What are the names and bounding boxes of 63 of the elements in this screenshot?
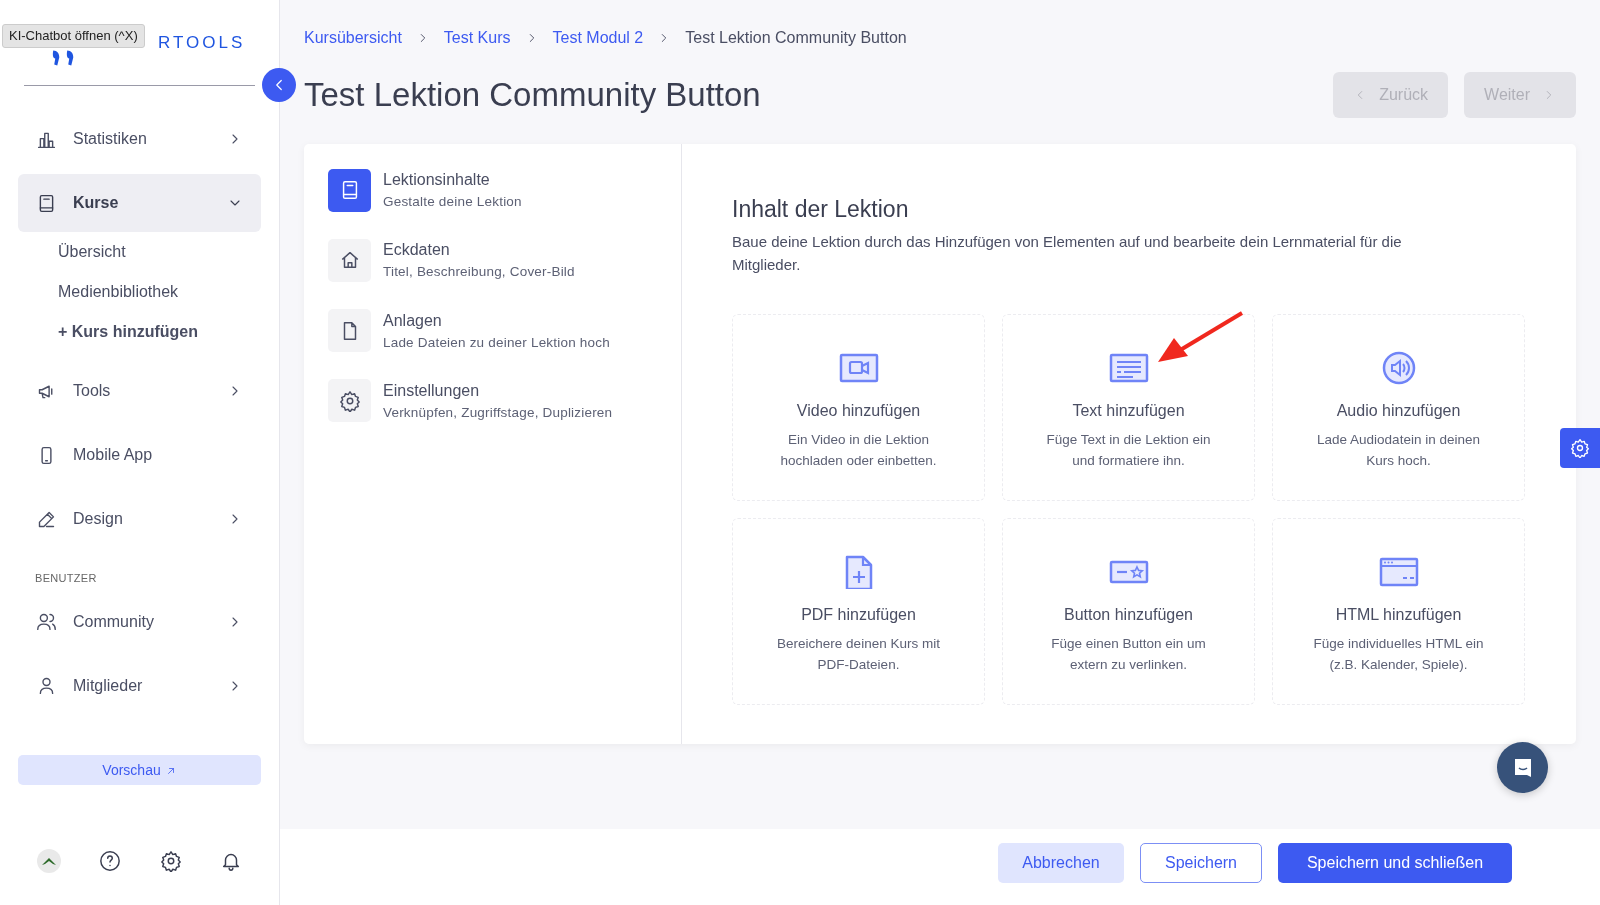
step-subtitle: Lade Dateien zu deiner Lektion hoch xyxy=(383,333,610,352)
breadcrumb-link[interactable]: Test Kurs xyxy=(443,26,511,50)
element-title: Video hinzufügen xyxy=(796,400,921,421)
sidebar-item[interactable]: Design xyxy=(18,490,261,548)
step-button[interactable] xyxy=(328,309,371,353)
submenu-item[interactable]: Übersicht xyxy=(18,232,261,272)
element-card[interactable]: Button hinzufügen Füge einen Button ein um extern zu verlinken. xyxy=(1002,517,1255,705)
element-description: Bereichere deinen Kurs mit PDF-Dateien. xyxy=(776,634,941,674)
element-title: HTML hinzufügen xyxy=(1335,604,1462,625)
step-button[interactable] xyxy=(328,379,371,423)
element-card[interactable]: HTML hinzufügen Füge individuelles HTML ein (z.B. Kalender, Spiele). xyxy=(1272,517,1525,705)
step-title[interactable]: Anlagen xyxy=(383,308,610,333)
element-description: Lade Audiodatein in deinen Kurs hoch. xyxy=(1316,430,1481,470)
step-subtitle: Titel, Beschreibung, Cover-Bild xyxy=(383,263,575,282)
help-icon[interactable] xyxy=(99,850,122,872)
chat-button[interactable] xyxy=(1497,742,1548,793)
settings-icon[interactable] xyxy=(159,850,182,872)
gear-icon xyxy=(338,389,361,412)
section-label: BENUTZER xyxy=(35,571,98,586)
element-description: Füge einen Button ein um extern zu verlinken. xyxy=(1050,634,1207,674)
element-title: Audio hinzufügen xyxy=(1336,400,1461,421)
step-subtitle: Verknüpfen, Zugriffstage, Duplizieren xyxy=(383,403,613,422)
sidebar-item[interactable]: Mobile App xyxy=(18,426,261,484)
collapse-button[interactable] xyxy=(262,68,296,102)
sidebar-item[interactable]: Mitglieder xyxy=(18,656,261,715)
element-title: Button hinzufügen xyxy=(1064,604,1193,625)
step-title[interactable]: Lektionsinhalte xyxy=(383,168,522,192)
step-button[interactable] xyxy=(328,168,371,212)
breadcrumb-current: Test Lektion Community Button xyxy=(685,28,907,48)
element-description: Ein Video in die Lektion hochladen oder einbetten. xyxy=(779,430,938,470)
element-card[interactable]: PDF hinzufügen Bereichere deinen Kurs mit PDF-Dateien. xyxy=(732,517,985,705)
step-title[interactable]: Eckdaten xyxy=(383,238,575,263)
logo-mark xyxy=(52,50,74,66)
element-card[interactable]: Video hinzufügen Ein Video in die Lektion hochladen oder einbetten. xyxy=(732,313,985,501)
sidebar-item[interactable]: Statistiken xyxy=(18,110,261,168)
sidebar-item[interactable]: Tools xyxy=(18,362,261,420)
breadcrumb-link[interactable]: Test Modul 2 xyxy=(552,26,644,50)
preview-button[interactable]: Vorschau xyxy=(18,755,261,785)
element-card[interactable]: Audio hinzufügen Lade Audiodatein in deinen Kurs hoch. xyxy=(1272,313,1525,501)
step-subtitle: Gestalte deine Lektion xyxy=(383,193,522,211)
element-description: Füge Text in die Lektion ein und formatiere ihn. xyxy=(1045,430,1212,470)
element-title: PDF hinzufügen xyxy=(801,604,916,625)
tooltip: KI-Chatbot öffnen (^X) xyxy=(2,24,145,48)
logo: RTOOLS xyxy=(158,31,246,54)
cancel-button[interactable]: Abbrechen xyxy=(998,843,1124,883)
section-heading: Inhalt der Lektion xyxy=(732,196,910,224)
avatar[interactable] xyxy=(37,849,62,873)
description: Baue deine Lektion durch das Hinzufügen von Elementen auf und bearbeite dein Lernmaterial für die Mitglieder. xyxy=(732,231,1403,275)
element-description: Füge individuelles HTML ein (z.B. Kalender, Spiele). xyxy=(1312,634,1485,674)
sidebar-item[interactable]: Community xyxy=(18,592,261,651)
breadcrumb-link[interactable]: Kursübersicht xyxy=(304,26,402,50)
submenu-item[interactable]: Medienbibliothek xyxy=(18,272,261,312)
save-and-close-button[interactable]: Speichern und schließen xyxy=(1278,843,1512,883)
save-button[interactable]: Speichern xyxy=(1140,843,1262,883)
users-icon xyxy=(36,611,57,632)
submenu-item[interactable]: + Kurs hinzufügen xyxy=(18,312,261,352)
settings-icon xyxy=(1570,438,1590,458)
element-title: Text hinzufügen xyxy=(1072,400,1185,421)
page-title: Test Lektion Community Button xyxy=(304,75,761,115)
settings-button[interactable] xyxy=(1560,428,1600,468)
sidebar-item[interactable]: Kurse xyxy=(18,174,261,232)
step-title[interactable]: Einstellungen xyxy=(383,378,613,403)
step-button[interactable] xyxy=(328,238,371,282)
